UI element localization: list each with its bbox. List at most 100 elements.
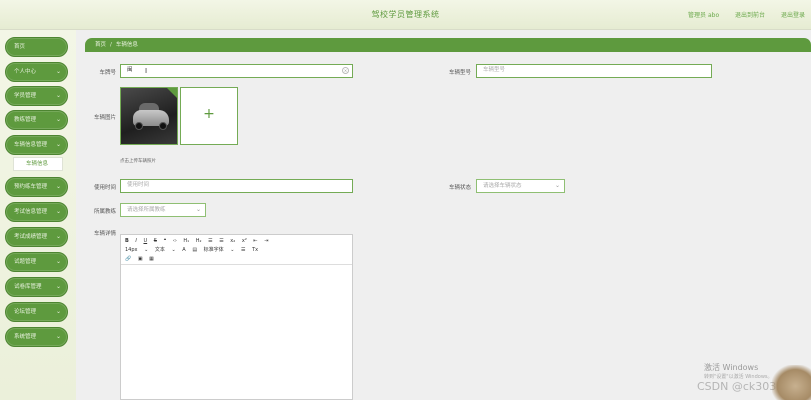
duration-label: 使用时间 bbox=[93, 185, 116, 191]
font-color-button[interactable]: A bbox=[182, 247, 185, 253]
chevron-down-icon: ⌄ bbox=[55, 92, 61, 99]
windows-activation-subtitle: 转到"设置"以激活 Windows。 bbox=[704, 374, 773, 380]
sidebar-item-exam-scores[interactable]: 考试成绩管理 ⌄ bbox=[5, 227, 68, 247]
vehicle-image-thumbnail[interactable] bbox=[120, 87, 178, 145]
sidebar: 首页 个人中心 ⌄ 学员管理 ⌄ 教练管理 ⌄ 车辆信息管理 ⌄ 车辆信息 预约… bbox=[0, 30, 76, 400]
plus-icon: + bbox=[203, 106, 215, 122]
duration-input[interactable]: 使用时间 bbox=[120, 179, 353, 193]
clear-format-button[interactable]: Tx bbox=[252, 247, 258, 253]
chevron-down-icon: ⌄ bbox=[144, 247, 149, 253]
chevron-down-icon: ⌄ bbox=[55, 333, 61, 340]
link-icon[interactable]: 🔗 bbox=[125, 256, 131, 262]
heading2-button[interactable]: H₂ bbox=[196, 238, 202, 244]
chevron-down-icon: ⌄ bbox=[55, 233, 61, 240]
subscript-button[interactable]: x₂ bbox=[230, 238, 235, 244]
sidebar-item-personal-center[interactable]: 个人中心 ⌄ bbox=[5, 62, 68, 82]
status-select[interactable]: 请选择车辆状态 ⌄ bbox=[476, 179, 565, 193]
strikethrough-button[interactable]: S bbox=[154, 238, 157, 244]
chevron-down-icon: ⌄ bbox=[171, 247, 176, 253]
chevron-down-icon: ⌄ bbox=[55, 308, 61, 315]
sidebar-item-label: 学员管理 bbox=[14, 93, 37, 99]
outdent-button[interactable]: ⇤ bbox=[253, 238, 257, 244]
sidebar-item-paper-bank[interactable]: 试卷库管理 ⌄ bbox=[5, 277, 68, 297]
image-icon[interactable]: ▣ bbox=[138, 256, 143, 262]
windows-activation-title: 激活 Windows bbox=[704, 363, 759, 372]
align-button[interactable]: ☰ bbox=[241, 247, 245, 253]
back-to-front-link[interactable]: 退出到前台 bbox=[735, 12, 765, 19]
image-label: 车辆图片 bbox=[93, 115, 116, 121]
ordered-list-button[interactable]: ☰ bbox=[208, 238, 212, 244]
code-button[interactable]: ‹› bbox=[173, 238, 177, 244]
sidebar-item-vehicles[interactable]: 车辆信息管理 ⌄ bbox=[5, 135, 68, 155]
model-label: 车辆型号 bbox=[448, 70, 471, 76]
coach-select[interactable]: 请选择所属教练 ⌄ bbox=[120, 203, 206, 217]
sidebar-item-label: 教练管理 bbox=[14, 117, 37, 123]
chevron-down-icon: ⌄ bbox=[55, 141, 61, 148]
video-icon[interactable]: ▦ bbox=[149, 256, 154, 262]
chevron-down-icon: ⌄ bbox=[55, 208, 61, 215]
cat-image bbox=[772, 365, 811, 400]
header-links: 管理员 abo 退出到前台 退出登录 bbox=[674, 10, 805, 19]
sidebar-item-questions[interactable]: 试题管理 ⌄ bbox=[5, 252, 68, 272]
top-header: 驾校学员管理系统 管理员 abo 退出到前台 退出登录 bbox=[0, 0, 811, 30]
plate-label: 车牌号 bbox=[99, 70, 116, 76]
sidebar-item-label: 试题管理 bbox=[14, 259, 37, 265]
sidebar-item-forum[interactable]: 论坛管理 ⌄ bbox=[5, 302, 68, 322]
sidebar-item-students[interactable]: 学员管理 ⌄ bbox=[5, 86, 68, 106]
plate-input[interactable]: 闽 I × bbox=[120, 64, 353, 78]
breadcrumb: 首页 / 车辆信息 bbox=[85, 38, 811, 52]
sidebar-item-exam-info[interactable]: 考试信息管理 ⌄ bbox=[5, 202, 68, 222]
sidebar-item-label: 系统管理 bbox=[14, 334, 37, 340]
car-wheel-shape bbox=[135, 122, 143, 130]
rich-text-editor[interactable]: B I U S ❝ ‹› H₁ H₂ ☰ ☰ x₂ x² ⇤ ⇥ 14px ⌄ … bbox=[120, 234, 353, 400]
sidebar-item-practice-booking[interactable]: 预约练车管理 ⌄ bbox=[5, 177, 68, 197]
chevron-down-icon: ⌄ bbox=[55, 258, 61, 265]
image-upload-button[interactable]: + bbox=[180, 87, 238, 145]
bold-button[interactable]: B bbox=[125, 238, 129, 244]
detail-label: 车辆详情 bbox=[93, 231, 116, 237]
sidebar-item-coaches[interactable]: 教练管理 ⌄ bbox=[5, 110, 68, 130]
breadcrumb-home[interactable]: 首页 bbox=[95, 42, 106, 48]
chevron-down-icon: ⌄ bbox=[55, 68, 61, 75]
clear-icon[interactable]: × bbox=[342, 67, 349, 74]
sidebar-item-label: 考试成绩管理 bbox=[14, 234, 48, 240]
uploaded-check-icon bbox=[167, 88, 177, 98]
sidebar-item-label: 论坛管理 bbox=[14, 309, 37, 315]
underline-button[interactable]: U bbox=[143, 238, 147, 244]
text-format-select[interactable]: 文本 bbox=[155, 247, 165, 253]
sidebar-subitem-vehicle-info[interactable]: 车辆信息 bbox=[13, 157, 63, 171]
current-user-link[interactable]: 管理员 abo bbox=[688, 12, 719, 19]
chevron-down-icon: ⌄ bbox=[55, 116, 61, 123]
sidebar-item-label: 试卷库管理 bbox=[14, 284, 42, 290]
image-upload-hint: 点击上传车辆照片 bbox=[120, 159, 156, 164]
chevron-down-icon: ⌄ bbox=[55, 283, 61, 290]
form-area: 车牌号 闽 I × 车辆型号 车辆型号 车辆图片 + 点击上传车辆照片 使用时间… bbox=[76, 52, 811, 400]
font-family-select[interactable]: 标准字体 bbox=[204, 247, 224, 253]
italic-button[interactable]: I bbox=[135, 238, 136, 244]
background-color-button[interactable]: ▤ bbox=[192, 247, 197, 253]
chevron-down-icon: ⌄ bbox=[554, 182, 560, 189]
sidebar-item-home[interactable]: 首页 bbox=[5, 37, 68, 57]
font-size-select[interactable]: 14px bbox=[125, 247, 138, 253]
csdn-watermark: CSDN @ck3032 bbox=[697, 380, 784, 393]
duration-input-placeholder: 使用时间 bbox=[127, 182, 150, 188]
model-input-placeholder: 车辆型号 bbox=[483, 67, 506, 73]
plate-input-value: 闽 bbox=[127, 67, 133, 73]
bullet-list-button[interactable]: ☰ bbox=[219, 238, 223, 244]
heading1-button[interactable]: H₁ bbox=[183, 238, 189, 244]
sidebar-item-label: 首页 bbox=[14, 44, 26, 50]
editor-toolbar-row-1: B I U S ❝ ‹› H₁ H₂ ☰ ☰ x₂ x² ⇤ ⇥ bbox=[125, 237, 348, 246]
text-cursor-icon: I bbox=[145, 67, 148, 75]
chevron-down-icon: ⌄ bbox=[55, 183, 61, 190]
status-select-placeholder: 请选择车辆状态 bbox=[483, 183, 522, 189]
indent-button[interactable]: ⇥ bbox=[264, 238, 268, 244]
blockquote-button[interactable]: ❝ bbox=[164, 238, 167, 244]
coach-select-placeholder: 请选择所属教练 bbox=[127, 207, 166, 213]
superscript-button[interactable]: x² bbox=[242, 238, 247, 244]
logout-link[interactable]: 退出登录 bbox=[781, 12, 805, 19]
chevron-down-icon: ⌄ bbox=[195, 206, 201, 213]
status-label: 车辆状态 bbox=[448, 185, 471, 191]
sidebar-item-system[interactable]: 系统管理 ⌄ bbox=[5, 327, 68, 347]
model-input[interactable]: 车辆型号 bbox=[476, 64, 712, 78]
car-wheel-shape bbox=[159, 122, 167, 130]
